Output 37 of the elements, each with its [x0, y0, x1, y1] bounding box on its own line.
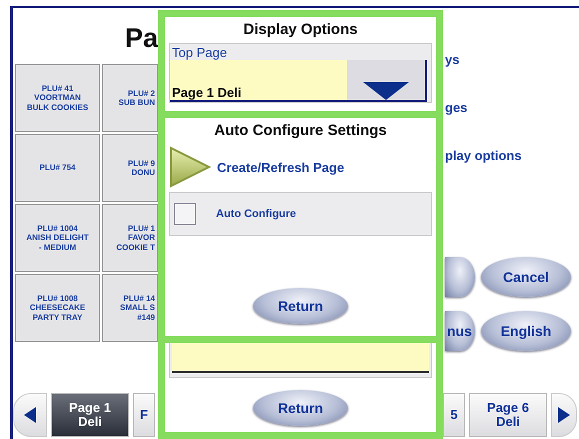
dropdown-field[interactable]: Page 1 Deli — [170, 60, 347, 100]
page-tab[interactable]: Page 1 Deli — [51, 393, 129, 437]
oval-button[interactable]: English — [481, 311, 571, 351]
item-button[interactable]: PLU# 2 SUB BUN — [102, 64, 158, 132]
item-button[interactable]: PLU# 1 FAVOR COOKIE T — [102, 204, 158, 272]
item-button[interactable]: PLU# 1008 CHEESECAKE PARTY TRAY — [15, 274, 100, 342]
item-button[interactable]: PLU# 14 SMALL S #149 — [102, 274, 158, 342]
oval-button[interactable]: Cancel — [481, 257, 571, 297]
create-refresh-link[interactable]: Create/Refresh Page — [217, 160, 344, 174]
oval-button[interactable]: nus — [445, 311, 475, 351]
page-tab[interactable]: Page 6 Deli — [469, 393, 547, 437]
oval-button[interactable] — [445, 257, 475, 297]
dialog-title: Display Options — [243, 21, 358, 39]
menu-link[interactable]: ges — [445, 100, 579, 116]
page-tab[interactable]: F — [133, 393, 155, 437]
field-value: Page 1 Deli — [172, 85, 242, 100]
item-button[interactable]: PLU# 1004 ANISH DELIGHT - MEDIUM — [15, 204, 100, 272]
item-button[interactable]: PLU# 41 VOORTMAN BULK COOKIES — [15, 64, 100, 132]
dialog-title: Auto Configure Settings — [214, 122, 387, 140]
item-button[interactable]: PLU# 754 — [15, 134, 100, 202]
right-arrow-icon — [558, 407, 570, 423]
previous-button[interactable] — [13, 393, 47, 437]
left-arrow-icon — [24, 407, 36, 423]
item-button[interactable]: PLU# 9 DONU — [102, 134, 158, 202]
menu-link[interactable]: play options — [445, 148, 579, 164]
return-button[interactable]: Return — [253, 288, 348, 324]
menu-link[interactable]: ys — [445, 52, 579, 68]
caret-icon — [363, 82, 409, 100]
field-label: Top Page — [171, 45, 228, 60]
dropdown-button[interactable] — [347, 60, 425, 100]
checkbox[interactable] — [174, 203, 196, 225]
play-icon[interactable] — [169, 146, 211, 188]
next-button[interactable] — [551, 393, 577, 437]
page-tab[interactable]: 5 — [443, 393, 465, 437]
page-title: Pa — [124, 22, 158, 54]
checkbox-label: Auto Configure — [216, 208, 296, 220]
return-button[interactable]: Return — [253, 390, 348, 426]
